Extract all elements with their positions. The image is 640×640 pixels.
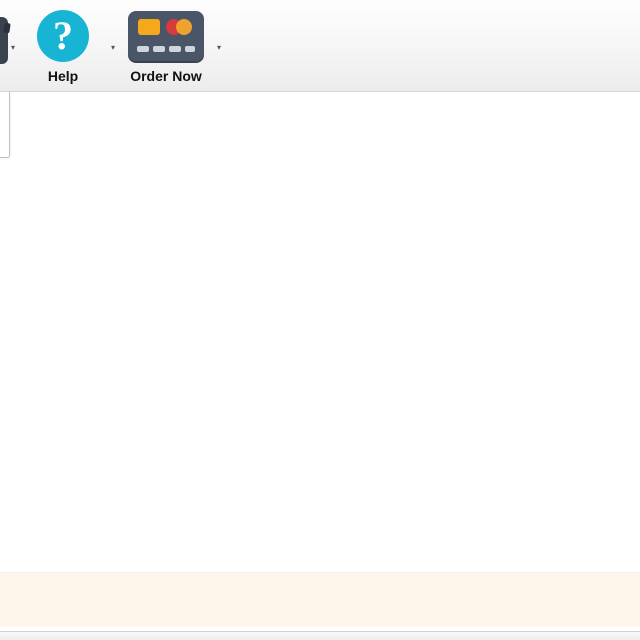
settings-dark-icon bbox=[0, 8, 8, 64]
chevron-down-icon: ▾ bbox=[111, 44, 115, 52]
order-dropdown[interactable]: ▾ bbox=[214, 4, 224, 68]
help-icon-wrap: ? bbox=[37, 4, 89, 68]
status-bar bbox=[0, 631, 640, 640]
order-now-label: Order Now bbox=[130, 68, 202, 84]
order-icon-wrap bbox=[128, 4, 204, 68]
help-circle-icon: ? bbox=[37, 10, 89, 62]
chevron-down-icon: ▾ bbox=[217, 44, 221, 52]
options-icon-wrap bbox=[0, 4, 8, 68]
chevron-down-icon: ▾ bbox=[11, 44, 15, 52]
options-dropdown-panel[interactable] bbox=[0, 92, 10, 158]
options-button[interactable]: ions bbox=[0, 4, 8, 84]
content-area bbox=[0, 92, 640, 572]
main-toolbar: ions ▾ ? Help ▾ Order Now ▾ bbox=[0, 0, 640, 92]
credit-card-icon bbox=[128, 11, 204, 61]
help-label: Help bbox=[48, 68, 78, 84]
options-dropdown[interactable]: ▾ bbox=[8, 4, 18, 68]
notice-panel bbox=[0, 572, 640, 627]
help-button[interactable]: ? Help bbox=[18, 4, 108, 84]
order-now-button[interactable]: Order Now bbox=[118, 4, 214, 84]
help-dropdown[interactable]: ▾ bbox=[108, 4, 118, 68]
